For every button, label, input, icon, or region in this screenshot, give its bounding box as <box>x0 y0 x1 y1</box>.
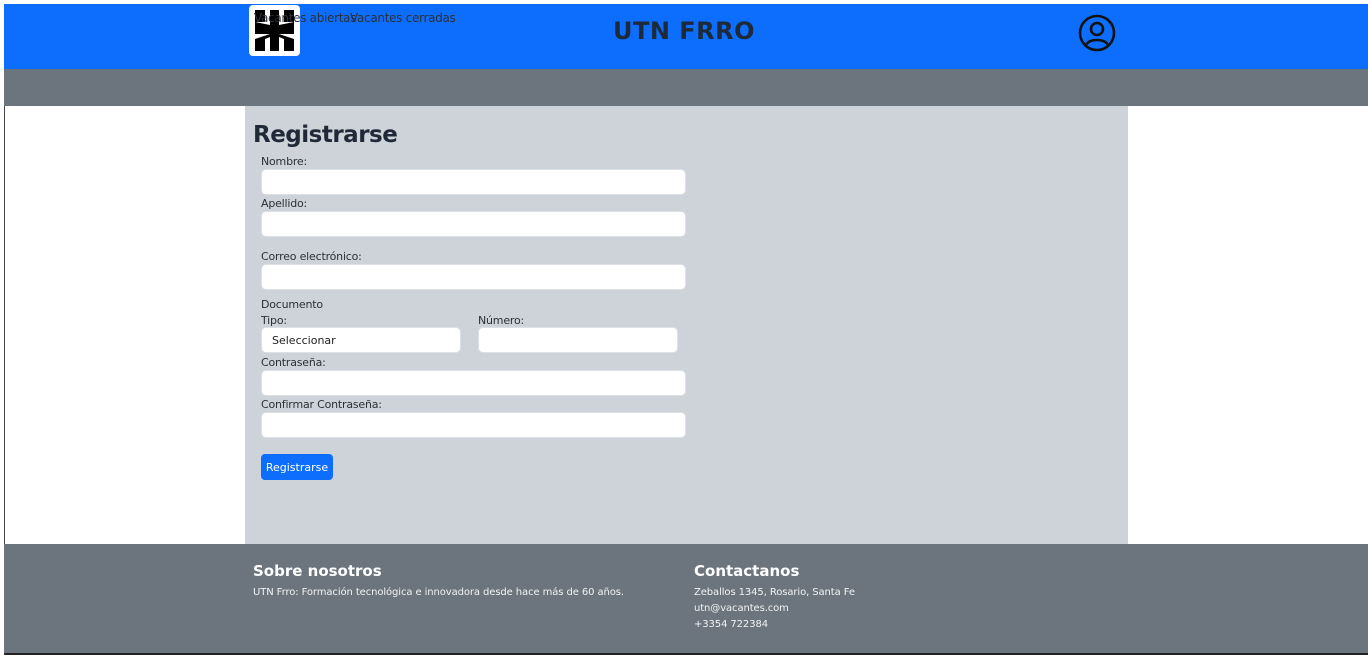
nav-link-vacantes-cerradas[interactable]: Vacantes cerradas <box>350 11 456 25</box>
documento-label: Documento <box>261 298 323 311</box>
confirm-password-input[interactable] <box>261 412 686 438</box>
email-input[interactable] <box>261 264 686 290</box>
apellido-label: Apellido: <box>261 197 308 210</box>
footer-email: utn@vacantes.com <box>694 603 789 614</box>
numero-label: Número: <box>478 314 524 327</box>
numero-input[interactable] <box>478 327 678 353</box>
password-label: Contraseña: <box>261 356 326 369</box>
footer-phone: +3354 722384 <box>694 619 768 630</box>
footer-contact-title: Contactanos <box>694 562 800 580</box>
site-title: UTN FRRO <box>612 17 756 45</box>
tipo-select-value: Seleccionar <box>272 334 336 347</box>
tipo-label: Tipo: <box>261 314 287 327</box>
nav-bar <box>4 69 1368 106</box>
footer-about-text: UTN Frro: Formación tecnológica e innova… <box>253 587 624 598</box>
nav-link-vacantes-abiertas[interactable]: Vacantes abiertas <box>254 11 356 25</box>
password-input[interactable] <box>261 370 686 396</box>
confirm-password-label: Confirmar Contraseña: <box>261 398 382 411</box>
footer-about-title: Sobre nosotros <box>253 562 382 580</box>
register-button[interactable]: Registrarse <box>261 454 333 480</box>
form-title: Registrarse <box>253 122 398 148</box>
correo-label: Correo electrónico: <box>261 250 362 263</box>
tipo-select[interactable]: Seleccionar <box>261 327 461 353</box>
nombre-input[interactable] <box>261 169 686 195</box>
nombre-label: Nombre: <box>261 155 308 168</box>
user-circle-icon[interactable] <box>1078 14 1116 52</box>
footer-address: Zeballos 1345, Rosario, Santa Fe <box>694 587 855 598</box>
footer <box>4 544 1368 653</box>
apellido-input[interactable] <box>261 211 686 237</box>
